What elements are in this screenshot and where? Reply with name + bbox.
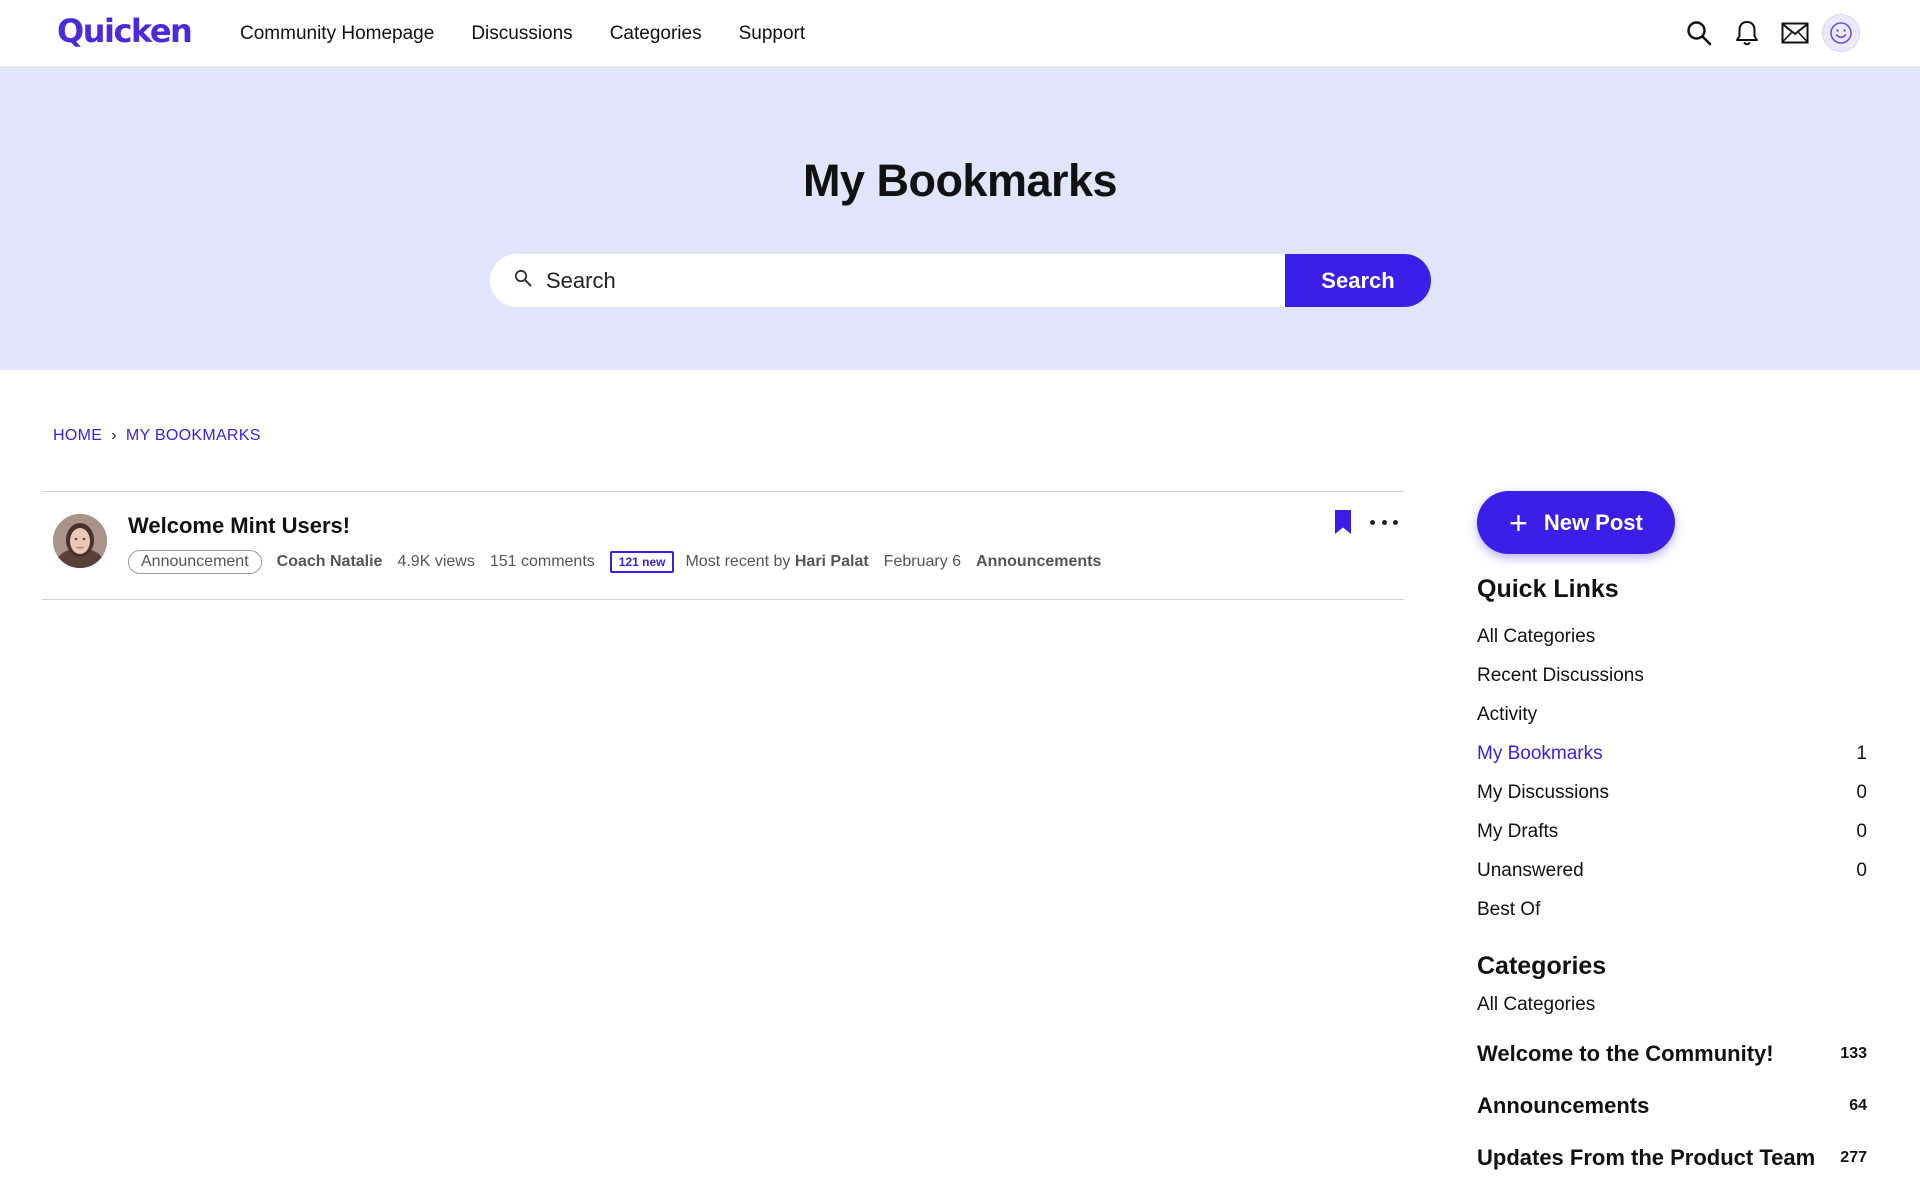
category-announcements[interactable]: Announcements 64 [1477, 1093, 1867, 1119]
discussion-date: February 6 [883, 553, 962, 570]
category-count: 277 [1840, 1149, 1867, 1166]
discussion-actions [1332, 508, 1398, 536]
quick-link-activity[interactable]: Activity [1477, 704, 1867, 726]
breadcrumb-separator: › [111, 427, 117, 444]
quick-link-my-bookmarks[interactable]: My Bookmarks 1 [1477, 743, 1867, 765]
category-label: Welcome to the Community! [1477, 1041, 1774, 1066]
search-field-container[interactable] [490, 254, 1285, 307]
search-icon[interactable] [1680, 14, 1718, 52]
quick-link-label: My Bookmarks [1477, 743, 1603, 764]
quick-link-unanswered[interactable]: Unanswered 0 [1477, 860, 1867, 882]
quick-link-label: My Drafts [1477, 821, 1559, 842]
announcement-tag[interactable]: Announcement [128, 550, 262, 574]
quick-links-heading: Quick Links [1477, 575, 1619, 603]
quicken-logo[interactable]: Quicken [57, 12, 193, 50]
quick-link-label: Activity [1477, 704, 1538, 725]
quick-link-label: Unanswered [1477, 860, 1584, 881]
mail-icon[interactable] [1776, 14, 1814, 52]
search-bar: Search [490, 254, 1431, 307]
category-label: Updates From the Product Team [1477, 1145, 1816, 1170]
quick-link-recent-discussions[interactable]: Recent Discussions [1477, 665, 1867, 687]
quick-link-all-categories[interactable]: All Categories [1477, 626, 1867, 648]
breadcrumb-home[interactable]: HOME [53, 427, 102, 445]
page-hero-banner: My Bookmarks Search [0, 67, 1920, 370]
quick-link-count: 0 [1856, 860, 1867, 881]
categories-heading: Categories [1477, 952, 1607, 980]
most-recent-prefix: Most recent by [685, 553, 791, 570]
most-recent-user[interactable]: Hari Palat [795, 553, 869, 571]
categories-all-link[interactable]: All Categories [1477, 994, 1867, 1016]
category-count: 64 [1849, 1097, 1867, 1114]
main-nav: Community Homepage Discussions Categorie… [240, 0, 842, 67]
new-post-button[interactable]: + New Post [1477, 491, 1675, 554]
quick-link-label: Recent Discussions [1477, 665, 1644, 686]
comment-count: 151 comments [489, 553, 595, 570]
category-product-updates[interactable]: Updates From the Product Team 277 [1477, 1145, 1867, 1171]
quick-link-label: Best Of [1477, 899, 1541, 920]
discussion-title[interactable]: Welcome Mint Users! [128, 513, 350, 539]
category-count: 133 [1840, 1045, 1867, 1062]
quick-link-my-discussions[interactable]: My Discussions 0 [1477, 782, 1867, 804]
breadcrumb: HOME › MY BOOKMARKS [53, 427, 261, 445]
author-avatar[interactable] [53, 514, 107, 568]
quick-link-best-of[interactable]: Best Of [1477, 899, 1867, 921]
quick-link-count: 1 [1856, 743, 1867, 764]
new-post-label: New Post [1543, 509, 1643, 535]
top-navigation-bar: Quicken Community Homepage Discussions C… [0, 0, 1920, 67]
page-title: My Bookmarks [802, 155, 1118, 206]
bell-icon[interactable] [1728, 14, 1766, 52]
view-count: 4.9K views [397, 553, 475, 570]
plus-icon: + [1509, 504, 1528, 541]
author-name[interactable]: Coach Natalie [277, 553, 383, 571]
quick-link-label: My Discussions [1477, 782, 1609, 803]
search-button[interactable]: Search [1285, 254, 1431, 307]
search-input[interactable] [546, 267, 1226, 294]
category-label: Announcements [1477, 1093, 1650, 1118]
quick-link-count: 0 [1856, 821, 1867, 842]
quick-link-label: All Categories [1477, 626, 1596, 647]
nav-support[interactable]: Support [739, 23, 806, 45]
quick-link-count: 0 [1856, 782, 1867, 803]
bookmarks-list: Welcome Mint Users! Announcement Coach N… [42, 491, 1404, 600]
nav-categories[interactable]: Categories [610, 23, 702, 45]
more-options-icon[interactable] [1370, 508, 1398, 536]
header-icons [1670, 14, 1860, 52]
nav-community-homepage[interactable]: Community Homepage [240, 23, 434, 45]
discussion-category[interactable]: Announcements [976, 553, 1101, 571]
new-comments-badge: 121 new [609, 551, 675, 573]
category-welcome[interactable]: Welcome to the Community! 133 [1477, 1041, 1867, 1067]
magnifier-icon [514, 269, 532, 292]
user-avatar-icon[interactable] [1822, 14, 1860, 52]
nav-discussions[interactable]: Discussions [471, 23, 572, 45]
discussion-meta: Announcement Coach Natalie 4.9K views 15… [128, 550, 1101, 574]
categories-all-label: All Categories [1477, 994, 1596, 1015]
breadcrumb-current[interactable]: MY BOOKMARKS [126, 427, 261, 445]
bookmark-icon[interactable] [1332, 508, 1354, 536]
quick-link-my-drafts[interactable]: My Drafts 0 [1477, 821, 1867, 843]
